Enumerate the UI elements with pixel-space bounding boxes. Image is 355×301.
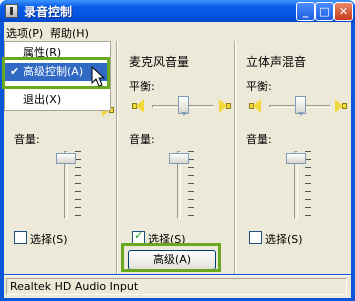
balance-label: 平衡: (246, 80, 272, 93)
status-text: Realtek HD Audio Input (6, 278, 347, 295)
menu-item-exit[interactable]: 退出(X) (5, 91, 110, 109)
speaker-icon (217, 98, 231, 114)
column-title: 立体声混音 (246, 55, 307, 69)
select-checkbox[interactable] (249, 231, 262, 244)
status-bar: Realtek HD Audio Input (4, 275, 351, 298)
select-label: 选择(S) (265, 233, 303, 246)
speaker-icon (333, 98, 347, 114)
balance-slider-thumb[interactable] (295, 96, 306, 116)
highlight-box (121, 243, 221, 272)
column-divider (234, 41, 236, 274)
close-icon: ✕ (338, 5, 349, 18)
menu-bar: 选项(P) 帮助(H) (4, 22, 351, 41)
select-checkbox[interactable] (14, 231, 27, 244)
column-divider (116, 41, 118, 274)
menu-options[interactable]: 选项(P) (6, 25, 43, 41)
title-bar[interactable]: 录音控制 _ □ ✕ (0, 0, 355, 22)
select-label: 选择(S) (30, 233, 68, 246)
app-icon[interactable] (5, 4, 18, 18)
maximize-button[interactable]: □ (315, 2, 334, 21)
window-title: 录音控制 (24, 5, 73, 19)
close-button[interactable]: ✕ (334, 2, 353, 21)
volume-slider-thumb[interactable] (169, 153, 189, 164)
column-title: 麦克风音量 (129, 55, 190, 69)
volume-label: 音量: (129, 133, 155, 146)
balance-slider-thumb[interactable] (178, 96, 189, 116)
volume-slider-thumb[interactable] (286, 153, 306, 164)
speaker-icon (132, 98, 146, 114)
minimize-button[interactable]: _ (296, 2, 315, 21)
menu-item-label: 退出(X) (23, 93, 62, 106)
minimize-icon: _ (302, 5, 309, 18)
balance-label: 平衡: (129, 80, 155, 93)
cursor-icon (91, 66, 106, 87)
recording-control-window: 录音控制 _ □ ✕ 选项(P) 帮助(H) 音量: 选择(S) 麦克风音量 平… (0, 0, 355, 301)
volume-label: 音量: (246, 133, 272, 146)
volume-slider-thumb[interactable] (56, 153, 76, 164)
maximize-icon: □ (319, 5, 330, 18)
menu-help[interactable]: 帮助(H) (50, 25, 89, 41)
speaker-icon (249, 98, 263, 114)
volume-label: 音量: (14, 133, 40, 146)
